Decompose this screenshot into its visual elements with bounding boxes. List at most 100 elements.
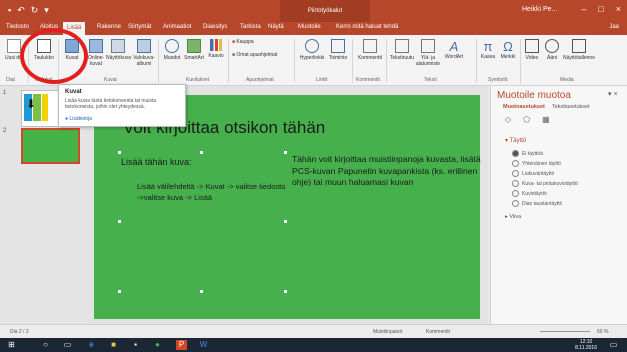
screenshot-icon [111, 39, 125, 53]
ribbon-tabs: Tiedosto Aloitus Lisää Rakenne Siirtymät… [0, 22, 627, 35]
group-label-images: Kuvat [104, 77, 117, 83]
search-icon[interactable]: ○ [40, 340, 51, 350]
app-icon[interactable]: ● [152, 340, 163, 350]
user-name[interactable]: Heikki Pe... [522, 6, 557, 13]
wordart-icon: A [449, 39, 459, 54]
minimize-icon[interactable]: – [581, 4, 586, 14]
fill-option-picture[interactable]: Kuva- tai pintakuviotäyttö [512, 180, 578, 187]
fill-option-gradient[interactable]: Liukuväritäyttö [512, 170, 554, 177]
slide-thumbnail-2[interactable] [21, 128, 80, 164]
group-label-media: Media [560, 77, 574, 83]
tab-animations[interactable]: Animaatiot [163, 24, 191, 30]
zoom-slider[interactable] [540, 331, 590, 332]
task-view-icon[interactable]: ▭ [62, 340, 73, 350]
start-icon[interactable]: ⊞ [6, 340, 17, 350]
equation-icon: π [483, 39, 493, 54]
group-label-symbols: Symbolit [488, 77, 508, 83]
comments-button[interactable]: Kommentit [426, 329, 450, 335]
explorer-icon[interactable]: ■ [108, 340, 119, 350]
group-label-addins: Apuohjelmat [246, 77, 274, 83]
line-section-header[interactable]: ▸ Viiva [505, 214, 521, 220]
online-pictures-icon [89, 39, 103, 53]
hyperlink-icon [305, 39, 319, 53]
group-label-text: Teksti [424, 77, 437, 83]
my-addins-button[interactable]: ■ Omat apuohjelmat [232, 52, 290, 58]
group-label-comments: Kommentit [356, 77, 380, 83]
resize-handle[interactable] [118, 220, 121, 223]
symbol-button[interactable]: Ω Merkki [498, 39, 518, 60]
hyperlink-button[interactable]: Hyperlinkki [298, 39, 326, 61]
notifications-icon[interactable]: ▭ [608, 340, 619, 350]
tooltip-title: Kuvat [65, 89, 82, 95]
tooltip-more-link[interactable]: ● Lisätietoja [65, 116, 92, 122]
clock-date: 8.11.2016 [575, 345, 597, 351]
textbox-button[interactable]: Tekstiruutu [388, 39, 416, 61]
tab-text-options[interactable]: Tekstiasetukset [552, 104, 590, 110]
resize-handle[interactable] [284, 151, 287, 154]
shapes-button[interactable]: Muodot [160, 39, 184, 61]
tooltip-body: Lisää kuvia tästä tietokoneesta tai muis… [65, 98, 157, 110]
notes-button[interactable]: Muistiinpanot [373, 329, 402, 335]
fill-option-background[interactable]: Dian taustantäyttö [512, 200, 562, 207]
audio-button[interactable]: Ääni [542, 39, 562, 61]
left-placeholder-heading[interactable]: Lisää tähän kuva: [121, 157, 192, 167]
pictures-tooltip: Kuvat Lisää kuvia tästä tietokoneesta ta… [58, 84, 186, 127]
resize-handle[interactable] [200, 290, 203, 293]
size-properties-icon[interactable]: ▦ [542, 115, 550, 124]
radio-icon [512, 200, 519, 207]
tab-slideshow[interactable]: Diaesitys [203, 24, 227, 30]
tab-format[interactable]: Muotoile [298, 24, 321, 30]
header-footer-icon [421, 39, 435, 53]
word-icon[interactable]: W [198, 340, 209, 350]
powerpoint-window: ▪ ↶ ↻ ▾ Esitys1 - PowerPoint Piirtotyöka… [0, 0, 627, 352]
screen-recording-button[interactable]: Näyttötallenne [562, 39, 596, 61]
resize-handle[interactable] [284, 290, 287, 293]
video-button[interactable]: Video [522, 39, 542, 61]
store-icon[interactable]: ▪ [130, 340, 141, 350]
wordart-button[interactable]: A WordArt [442, 39, 466, 60]
group-label-links: Linkit [316, 77, 328, 83]
action-button[interactable]: Toiminto [326, 39, 350, 61]
fill-line-icon[interactable]: ◇ [505, 115, 511, 124]
equation-button[interactable]: π Kaava [478, 39, 498, 60]
resize-handle[interactable] [284, 220, 287, 223]
share-button[interactable]: Jaa [609, 24, 619, 30]
header-footer-button[interactable]: Ylä- ja alatunniste [414, 39, 442, 67]
clock[interactable]: 12:10 8.11.2016 [575, 339, 597, 351]
screen-recording-icon [572, 39, 586, 53]
tab-shape-options[interactable]: Muotoasetukset [503, 104, 545, 110]
store-button[interactable]: ■ Kauppa [232, 39, 272, 45]
edge-icon[interactable]: e [86, 340, 97, 350]
chart-icon [210, 39, 222, 51]
fill-option-solid[interactable]: Yhtenäinen täyttö [512, 160, 561, 167]
smartart-icon [187, 39, 201, 53]
resize-handle[interactable] [118, 290, 121, 293]
highlight-circle [20, 28, 88, 84]
tab-view[interactable]: Näytä [268, 24, 284, 30]
tell-me-box[interactable]: Kerro mitä haluat tehdä [336, 24, 398, 30]
maximize-icon[interactable]: □ [598, 4, 603, 14]
tab-transitions[interactable]: Siirtymät [128, 24, 151, 30]
resize-handle[interactable] [118, 151, 121, 154]
tab-file[interactable]: Tiedosto [6, 24, 29, 30]
left-placeholder-body[interactable]: Lisää välilehdeltä -> Kuvat -> valitse t… [137, 181, 287, 203]
tab-design[interactable]: Rakenne [97, 24, 121, 30]
close-icon[interactable]: ▾ × [608, 90, 618, 98]
effects-icon[interactable]: ⬠ [523, 115, 530, 124]
screenshot-button[interactable]: Näyttökuva [106, 39, 131, 61]
comment-button[interactable]: Kommentti [356, 39, 384, 61]
fill-section-header[interactable]: ▾ Täyttö [505, 137, 526, 144]
zoom-level[interactable]: 60 % [597, 329, 608, 335]
smartart-button[interactable]: SmartArt [182, 39, 206, 61]
close-icon[interactable]: × [616, 4, 621, 14]
resize-handle[interactable] [200, 151, 203, 154]
tab-review[interactable]: Tarkista [240, 24, 261, 30]
radio-icon [512, 190, 519, 197]
fill-option-pattern[interactable]: Kuviotäyttö [512, 190, 547, 197]
chart-button[interactable]: Kaavio [204, 39, 228, 59]
group-separator [386, 39, 387, 83]
fill-option-none[interactable]: Ei täyttöä [512, 150, 543, 157]
photo-album-button[interactable]: Valokuva-albumi [132, 39, 156, 67]
right-placeholder-body[interactable]: Tähän voit kirjoittaa muistiinpanoja kuv… [292, 154, 482, 189]
powerpoint-icon[interactable]: P [176, 340, 187, 350]
